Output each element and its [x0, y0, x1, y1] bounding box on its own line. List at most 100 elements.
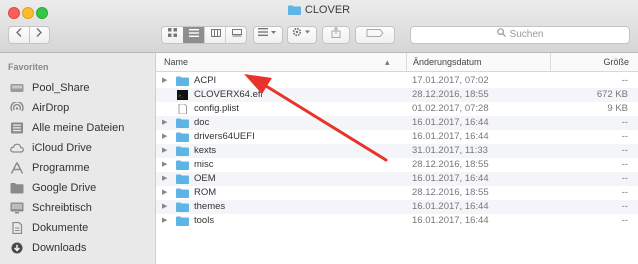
folder-icon [176, 132, 189, 142]
executable-icon: >_ [177, 90, 188, 100]
list-item[interactable]: ▶ ROM 28.12.2016, 18:55 -- [156, 186, 638, 200]
folder-icon [176, 76, 189, 86]
forward-button[interactable] [30, 27, 49, 43]
documents-icon [12, 222, 23, 234]
disclosure-triangle-icon[interactable]: ▶ [162, 186, 167, 200]
list-view-icon [188, 29, 199, 37]
folder-icon [176, 188, 189, 198]
folder-icon [287, 5, 301, 15]
disclosure-triangle-icon[interactable]: ▶ [162, 116, 167, 130]
sidebar-item-label: Programme [32, 162, 90, 174]
sidebar-item-label: iCloud Drive [32, 142, 92, 154]
file-name: ACPI [194, 75, 217, 86]
finder-window: CLOVER Suchen Favoriten Pool_Share AirDr… [0, 0, 638, 264]
sidebar-item-downloads[interactable]: Downloads [10, 239, 156, 257]
file-size: -- [621, 187, 628, 198]
nav-buttons [8, 26, 50, 44]
disclosure-triangle-icon[interactable]: ▶ [162, 74, 167, 88]
search-input[interactable]: Suchen [410, 26, 630, 44]
file-date: 16.01.2017, 16:44 [412, 117, 489, 128]
file-date: 16.01.2017, 16:44 [412, 131, 489, 142]
file-date: 01.02.2017, 07:28 [412, 103, 489, 114]
column-view-icon [210, 29, 221, 37]
sort-up-icon: ▴ [385, 57, 390, 67]
document-icon [178, 104, 187, 114]
folder-icon [176, 216, 189, 226]
cover-flow-button[interactable] [225, 27, 247, 43]
file-name: doc [194, 117, 210, 128]
file-date: 16.01.2017, 16:44 [412, 201, 489, 212]
downloads-icon [11, 242, 23, 254]
file-size: -- [621, 201, 628, 212]
column-header-date[interactable]: Änderungsdatum [406, 53, 482, 71]
file-name: ROM [194, 187, 217, 198]
share-button[interactable] [322, 26, 350, 44]
list-item[interactable]: ▶ themes 16.01.2017, 16:44 -- [156, 200, 638, 214]
sidebar-item-programme[interactable]: Programme [10, 159, 156, 177]
list-item[interactable]: ▶ ACPI 17.01.2017, 07:02 -- [156, 74, 638, 88]
disclosure-triangle-icon[interactable]: ▶ [162, 144, 167, 158]
list-item[interactable]: ▶ kexts 31.01.2017, 11:33 -- [156, 144, 638, 158]
back-button[interactable] [10, 27, 29, 43]
sidebar-item-icloud-drive[interactable]: iCloud Drive [10, 139, 156, 157]
sidebar-item-label: Google Drive [32, 182, 97, 194]
chevron-right-icon [36, 28, 42, 37]
list-item[interactable]: ▶ doc 16.01.2017, 16:44 -- [156, 116, 638, 130]
desktop-icon [10, 202, 24, 214]
sidebar-item-dokumente[interactable]: Dokumente [10, 219, 156, 237]
icon-view-icon [168, 28, 177, 37]
file-date: 31.01.2017, 11:33 [412, 145, 488, 156]
column-header-size[interactable]: Größe [550, 53, 629, 71]
sidebar-item-label: Downloads [32, 242, 87, 254]
file-date: 28.12.2016, 18:55 [412, 187, 489, 198]
sidebar-item-google-drive[interactable]: Google Drive [10, 179, 156, 197]
arrange-button[interactable] [253, 26, 283, 44]
disclosure-triangle-icon[interactable]: ▶ [162, 158, 167, 172]
list-header: Name ▴ Änderungsdatum Größe [156, 53, 638, 72]
column-header-name[interactable]: Name [164, 53, 188, 71]
file-name: tools [194, 215, 215, 226]
file-size: -- [621, 145, 628, 156]
window-title-text: CLOVER [304, 4, 351, 16]
sidebar-item-label: Alle meine Dateien [32, 122, 125, 134]
all-files-icon [11, 122, 23, 134]
disclosure-triangle-icon[interactable]: ▶ [162, 200, 167, 214]
tag-button[interactable] [355, 26, 395, 44]
search-placeholder: Suchen [509, 29, 544, 40]
file-name: misc [194, 159, 214, 170]
list-item[interactable]: ▶ drivers64UEFI 16.01.2017, 16:44 -- [156, 130, 638, 144]
gear-menu-icon [292, 27, 310, 37]
disclosure-triangle-icon[interactable]: ▶ [162, 130, 167, 144]
file-size: -- [621, 117, 628, 128]
action-button[interactable] [287, 26, 317, 44]
list-item[interactable]: ▶ misc 28.12.2016, 18:55 -- [156, 158, 638, 172]
icon-view-button[interactable] [162, 27, 183, 43]
list-item[interactable]: ▶ OEM 16.01.2017, 16:44 -- [156, 172, 638, 186]
file-date: 16.01.2017, 16:44 [412, 173, 489, 184]
list-view-button[interactable] [183, 27, 204, 43]
sidebar-item-label: Pool_Share [32, 82, 90, 94]
search-icon [496, 28, 506, 37]
file-list: Name ▴ Änderungsdatum Größe ▶ ACPI 17.01… [156, 53, 638, 264]
file-name: config.plist [194, 103, 239, 114]
disclosure-triangle-icon[interactable]: ▶ [162, 172, 167, 186]
list-item[interactable]: config.plist 01.02.2017, 07:28 9 KB [156, 102, 638, 116]
svg-text:>_: >_ [179, 93, 184, 98]
view-mode-segmented [161, 26, 247, 44]
list-item[interactable]: >_ CLOVERX64.efi 28.12.2016, 18:55 672 K… [156, 88, 638, 102]
tag-icon [366, 29, 384, 37]
arrange-menu-icon [258, 28, 276, 36]
sidebar-item-all-files[interactable]: Alle meine Dateien [10, 119, 156, 137]
folder-icon [176, 202, 189, 212]
file-name: kexts [194, 145, 217, 156]
sidebar-item-label: Dokumente [32, 222, 89, 234]
list-item[interactable]: ▶ tools 16.01.2017, 16:44 -- [156, 214, 638, 228]
sidebar-item-schreibtisch[interactable]: Schreibtisch [10, 199, 156, 217]
file-size: -- [621, 159, 628, 170]
title-bar: CLOVER Suchen [0, 0, 638, 53]
sidebar-item-airdrop[interactable]: AirDrop [10, 99, 156, 117]
file-size: 9 KB [607, 103, 628, 114]
sidebar-item-pool-share[interactable]: Pool_Share [10, 79, 156, 97]
disclosure-triangle-icon[interactable]: ▶ [162, 214, 167, 228]
column-view-button[interactable] [204, 27, 226, 43]
